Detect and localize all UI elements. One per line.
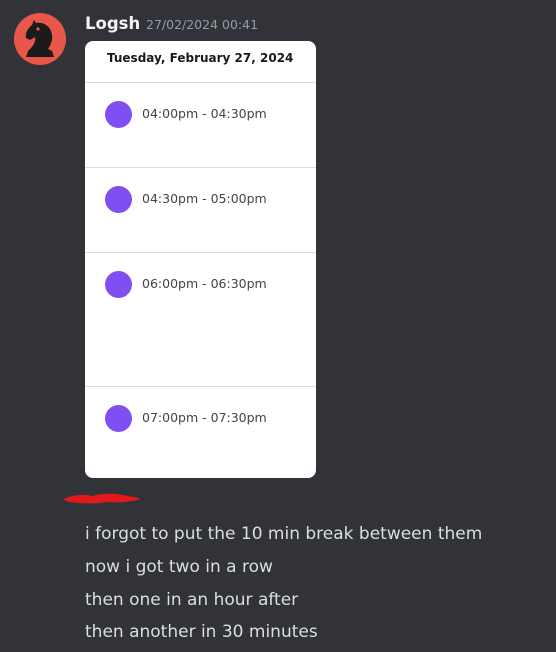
knight-icon bbox=[25, 20, 54, 57]
schedule-attachment[interactable]: Tuesday, February 27, 2024 04:00pm - 04:… bbox=[85, 41, 316, 478]
message-timestamp: 27/02/2024 00:41 bbox=[146, 17, 259, 32]
user-avatar[interactable] bbox=[14, 13, 66, 65]
slot-dot-icon bbox=[105, 271, 132, 298]
schedule-slot: 04:30pm - 05:00pm bbox=[85, 168, 316, 253]
slot-time: 04:00pm - 04:30pm bbox=[142, 106, 267, 121]
redaction-scribble bbox=[64, 493, 140, 504]
slot-dot-icon bbox=[105, 186, 132, 213]
schedule-date: Tuesday, February 27, 2024 bbox=[85, 41, 316, 83]
message-line: then one in an hour after bbox=[85, 590, 299, 610]
username[interactable]: Logsh bbox=[85, 13, 140, 35]
slot-time: 06:00pm - 06:30pm bbox=[142, 276, 267, 291]
slot-dot-icon bbox=[105, 101, 132, 128]
message-line: i forgot to put the 10 min break between… bbox=[85, 524, 483, 544]
schedule-slot: 04:00pm - 04:30pm bbox=[85, 83, 316, 168]
slot-time: 07:00pm - 07:30pm bbox=[142, 410, 267, 425]
schedule-slot: 06:00pm - 06:30pm bbox=[85, 253, 316, 387]
slot-dot-icon bbox=[105, 405, 132, 432]
schedule-slot: 07:00pm - 07:30pm bbox=[85, 387, 316, 478]
slot-time: 04:30pm - 05:00pm bbox=[142, 191, 267, 206]
message-line: now i got two in a row bbox=[85, 557, 273, 577]
message-line: then another in 30 minutes bbox=[85, 622, 318, 642]
